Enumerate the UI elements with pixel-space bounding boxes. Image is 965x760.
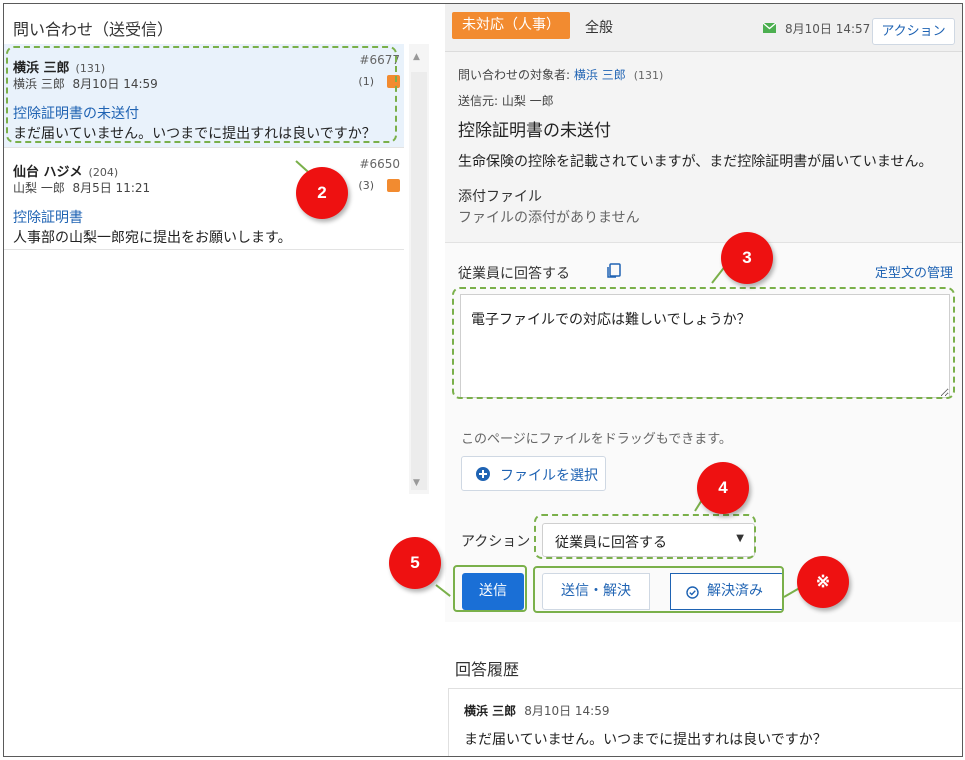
copy-icon[interactable]	[605, 261, 623, 279]
marker-4: 4	[697, 462, 749, 514]
target-count: (131)	[633, 69, 664, 82]
detail-header: 未対応（人事） 全般 8月10日 14:57 アクション	[445, 4, 962, 52]
scroll-down-arrow-icon[interactable]: ▼	[413, 478, 420, 488]
scroll-up-arrow-icon[interactable]: ▲	[413, 52, 420, 62]
marker-5: 5	[389, 537, 441, 589]
plus-circle-icon	[476, 467, 490, 481]
history-text: まだ届いていません。いつまでに提出すれは良いですか？	[464, 732, 827, 748]
template-manage-link[interactable]: 定型文の管理	[875, 262, 953, 281]
header-date: 8月10日 14:57	[785, 22, 871, 36]
reply-label: 従業員に回答する	[458, 266, 570, 282]
attachment-none: ファイルの添付がありません	[458, 210, 640, 226]
panel-title: 問い合わせ（送受信）	[13, 20, 174, 39]
callout-box-action	[534, 514, 756, 559]
history-title: 回答履歴	[455, 660, 520, 679]
file-select-label: ファイルを選択	[500, 468, 598, 484]
category-label: 全般	[585, 20, 613, 36]
thread-date: 8月5日 11:21	[72, 181, 151, 195]
unread-count: (3)	[358, 179, 374, 192]
thread-sender: 山梨 一郎	[13, 181, 65, 195]
history-section: 回答履歴 横浜 三郎 8月10日 14:59 まだ届いていません。いつまでに提出す…	[445, 622, 962, 756]
unread-dot	[387, 179, 400, 192]
drag-hint: このページにファイルをドラッグもできます。	[461, 432, 732, 447]
target-name-link[interactable]: 横浜 三郎	[574, 68, 626, 82]
callout-box-thread	[6, 46, 397, 143]
callout-box-resolve	[533, 566, 784, 613]
thread-count: (204)	[88, 166, 119, 179]
from-line: 送信元: 山梨 一郎	[458, 94, 554, 108]
file-select-button[interactable]: ファイルを選択	[461, 456, 606, 491]
marker-3: 3	[721, 232, 773, 284]
marker-note: ※	[797, 556, 849, 608]
callout-box-send	[453, 565, 527, 612]
thread-name: 仙台 ハジメ	[13, 165, 83, 180]
history-item: 横浜 三郎 8月10日 14:59 まだ届いていません。いつまでに提出すれは良いで…	[448, 688, 962, 756]
action-button[interactable]: アクション	[872, 18, 955, 45]
history-name: 横浜 三郎	[464, 704, 517, 718]
thread-preview: 人事部の山梨一郎宛に提出をお願いします。	[13, 230, 292, 246]
list-scrollbar[interactable]: ▲ ▼	[409, 44, 429, 494]
marker-2: 2	[296, 167, 348, 219]
scroll-thumb[interactable]	[411, 72, 427, 490]
target-label: 問い合わせの対象者:	[458, 68, 571, 82]
inquiry-subject: 控除証明書の未送付	[458, 121, 611, 141]
callout-box-reply	[452, 287, 955, 399]
inquiry-detail: 問い合わせの対象者: 横浜 三郎 (131) 送信元: 山梨 一郎 控除証明書の未…	[445, 52, 962, 242]
thread-number: #6650	[359, 157, 400, 171]
action-label: アクション	[461, 534, 531, 550]
mail-icon	[763, 23, 776, 33]
status-badge[interactable]: 未対応（人事）	[452, 12, 570, 39]
target-line: 問い合わせの対象者: 横浜 三郎 (131)	[458, 66, 663, 83]
attachment-label: 添付ファイル	[458, 189, 542, 205]
inquiry-body: 生命保険の控除を記載されていますが、まだ控除証明書が届いていません。	[458, 154, 933, 170]
left-panel-blank	[4, 494, 434, 756]
history-date: 8月10日 14:59	[524, 704, 610, 718]
thread-subject: 控除証明書	[13, 210, 83, 226]
